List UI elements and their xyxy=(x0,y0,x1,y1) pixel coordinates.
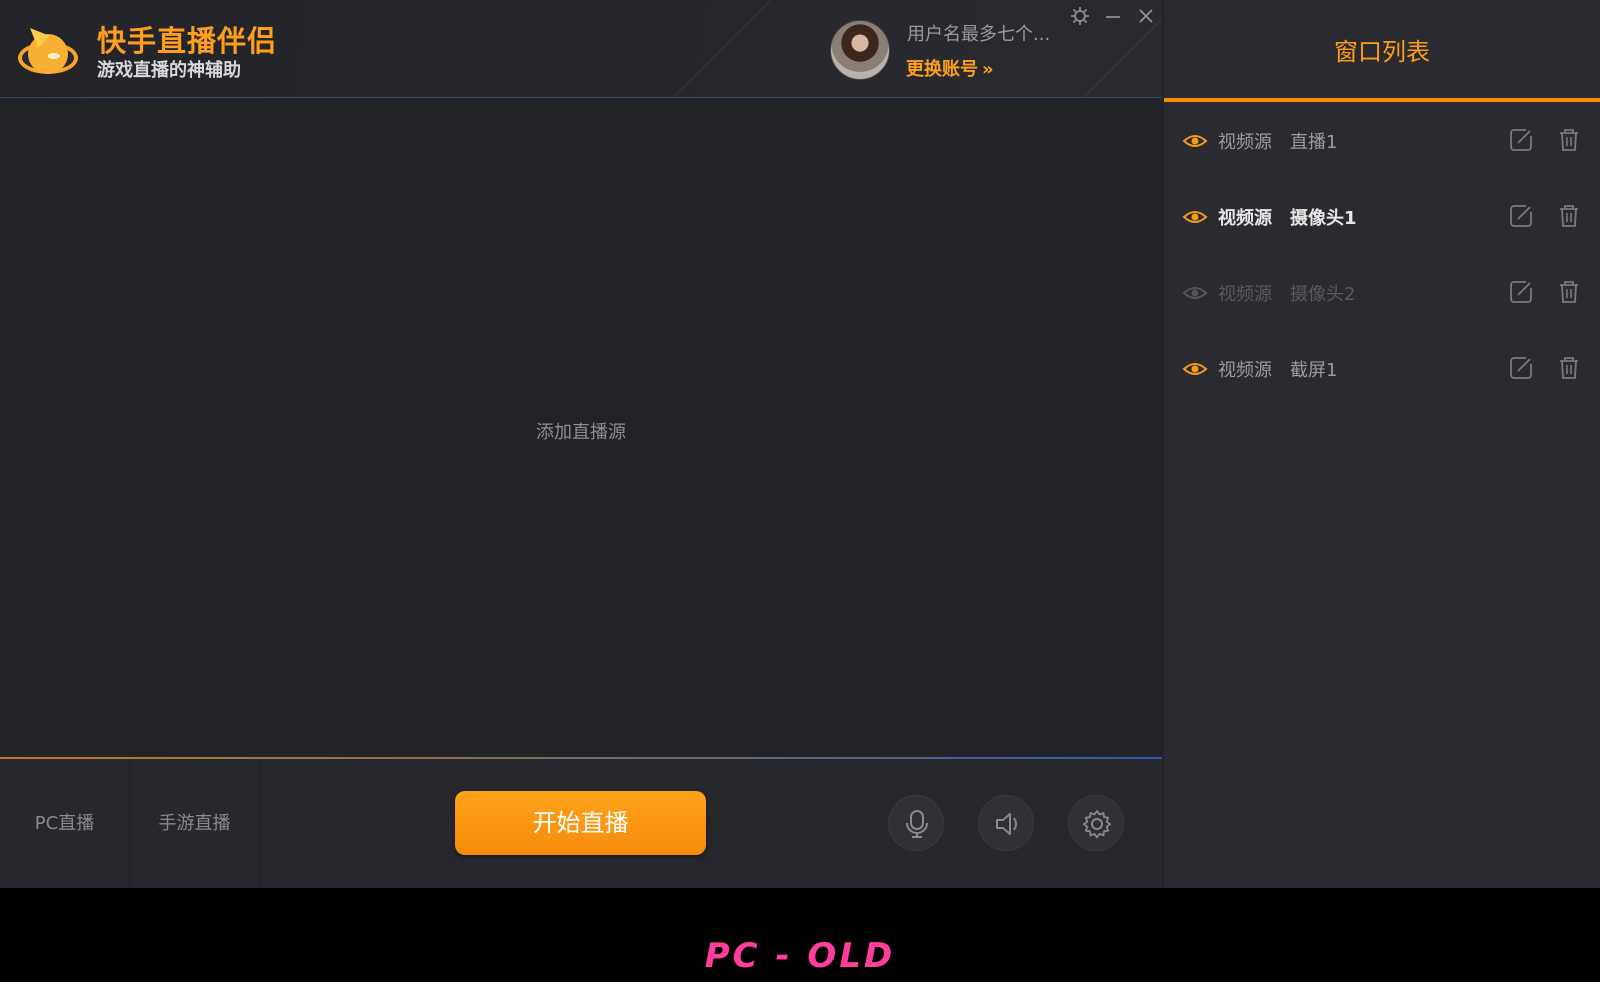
speaker-button[interactable] xyxy=(978,795,1034,851)
eye-icon[interactable] xyxy=(1182,129,1208,153)
switch-account-label: 更换账号 xyxy=(906,59,978,80)
eye-icon[interactable] xyxy=(1182,205,1208,229)
source-type: 视频源 xyxy=(1218,208,1272,229)
start-live-button[interactable]: 开始直播 xyxy=(455,791,706,855)
add-source-link[interactable]: 添加直播源 xyxy=(0,418,1162,444)
source-row[interactable]: 视频源 直播1 xyxy=(1164,103,1600,179)
source-type: 视频源 xyxy=(1218,132,1272,153)
window-list-title: 窗口列表 xyxy=(1334,38,1430,66)
trash-icon[interactable] xyxy=(1556,203,1582,229)
source-row[interactable]: 视频源 摄像头2 xyxy=(1164,255,1600,331)
gear-icon xyxy=(1082,810,1112,839)
minimize-icon[interactable] xyxy=(1102,6,1124,28)
source-name: 摄像头1 xyxy=(1290,208,1357,229)
window-list-tab-indicator xyxy=(1164,98,1600,102)
switch-account-link[interactable]: 更换账号» xyxy=(906,55,994,81)
edit-icon[interactable] xyxy=(1508,355,1534,381)
window-list-panel: 窗口列表 视频源 直播1 视频源 摄像头1 视频源 摄像头2 视频源 截屏1 xyxy=(1164,0,1600,888)
close-icon[interactable] xyxy=(1135,6,1157,28)
edit-icon[interactable] xyxy=(1508,279,1534,305)
microphone-button[interactable] xyxy=(888,795,944,851)
trash-icon[interactable] xyxy=(1556,355,1582,381)
speaker-icon xyxy=(996,813,1017,835)
avatar[interactable] xyxy=(830,20,890,80)
edit-icon[interactable] xyxy=(1508,203,1534,229)
edit-icon[interactable] xyxy=(1508,127,1534,153)
settings-button[interactable] xyxy=(1068,795,1124,851)
app-window: 快手直播伴侣 游戏直播的神辅助 用户名最多七个... 更换账号» 添加直播源 P… xyxy=(0,0,1600,888)
source-row[interactable]: 视频源 截屏1 xyxy=(1164,331,1600,407)
source-name: 摄像头2 xyxy=(1290,284,1356,305)
bottom-bar: PC直播 手游直播 开始直播 xyxy=(0,757,1162,888)
trash-icon[interactable] xyxy=(1556,279,1582,305)
app-subtitle: 游戏直播的神辅助 xyxy=(97,60,241,81)
source-type: 视频源 xyxy=(1218,360,1272,381)
tab-mobile-game-live[interactable]: 手游直播 xyxy=(130,759,260,888)
source-type: 视频源 xyxy=(1218,284,1272,305)
source-row[interactable]: 视频源 摄像头1 xyxy=(1164,179,1600,255)
app-logo-icon xyxy=(18,28,78,74)
header: 快手直播伴侣 游戏直播的神辅助 用户名最多七个... 更换账号» xyxy=(0,0,1162,98)
microphone-icon xyxy=(906,810,928,838)
source-name: 截屏1 xyxy=(1290,360,1338,381)
double-chevron-right-icon: » xyxy=(982,59,994,80)
version-caption: PC - OLD xyxy=(704,936,896,976)
tab-pc-live[interactable]: PC直播 xyxy=(0,759,130,888)
preview-area[interactable]: 添加直播源 xyxy=(0,99,1162,757)
username: 用户名最多七个... xyxy=(907,24,1051,45)
settings-small-icon[interactable] xyxy=(1069,6,1091,28)
source-name: 直播1 xyxy=(1290,132,1338,153)
eye-icon[interactable] xyxy=(1182,281,1208,305)
trash-icon[interactable] xyxy=(1556,127,1582,153)
app-title: 快手直播伴侣 xyxy=(97,24,278,58)
eye-icon[interactable] xyxy=(1182,357,1208,381)
